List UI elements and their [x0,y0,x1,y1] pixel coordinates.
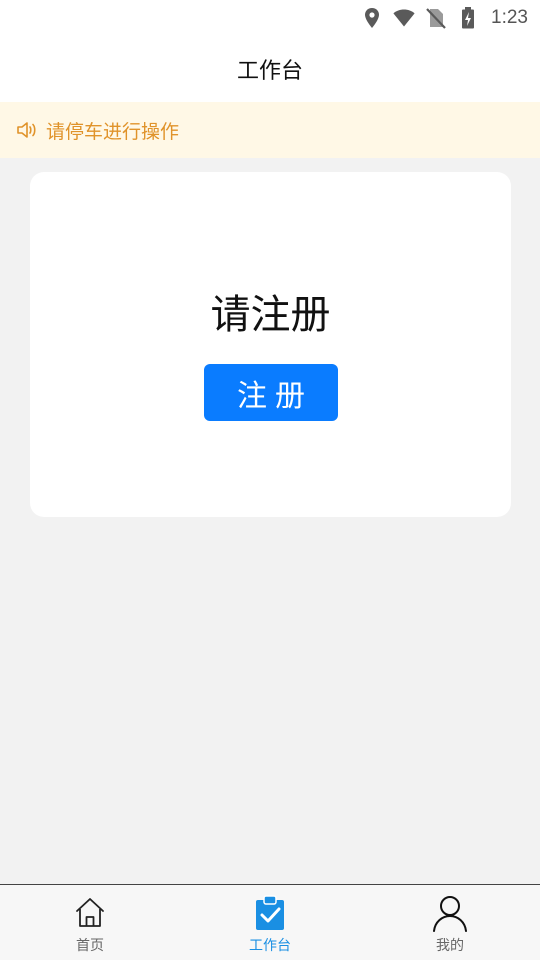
wifi-icon [393,7,415,29]
notice-banner: 请停车进行操作 [0,102,540,158]
page-title: 工作台 [236,59,303,84]
status-bar: 1:23 [0,0,540,36]
no-sim-icon [425,7,447,29]
tab-workbench-label: 工作台 [249,938,291,954]
clipboard-check-icon [250,893,290,933]
tab-bar: 首页 工作台 我的 [0,884,540,960]
register-prompt: 请注册 [210,292,331,338]
status-time: 1:23 [491,7,528,28]
register-card: 请注册 注册 [30,172,511,517]
register-button[interactable]: 注册 [204,364,338,421]
tab-mine-label: 我的 [436,938,464,954]
speaker-icon [16,120,38,140]
battery-charging-icon [457,7,479,29]
notice-text: 请停车进行操作 [46,120,180,143]
user-icon [430,893,470,933]
home-icon [70,893,110,933]
location-icon [361,7,383,29]
tab-workbench[interactable]: 工作台 [180,885,360,960]
tab-mine[interactable]: 我的 [360,885,540,960]
tab-home-label: 首页 [76,938,104,954]
tab-home[interactable]: 首页 [0,885,180,960]
header: 工作台 [0,36,540,102]
